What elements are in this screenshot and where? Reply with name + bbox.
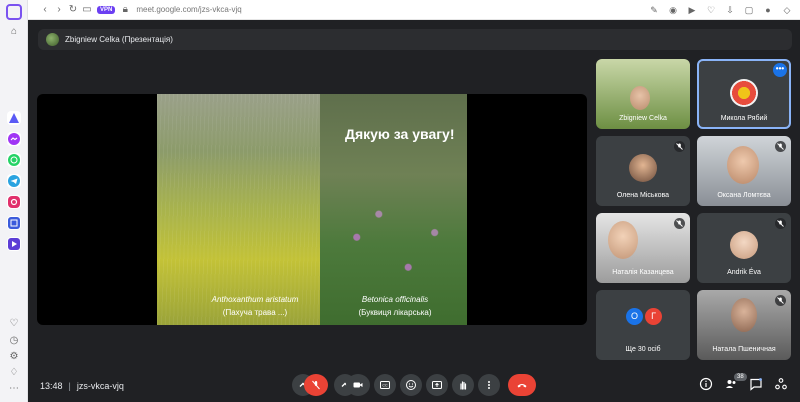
participant-video [630, 86, 650, 110]
presenter-chip: Zbigniew Celka (Презентація) [38, 29, 792, 50]
mic-muted-icon [674, 141, 685, 152]
mic-muted-icon [775, 295, 786, 306]
presenter-avatar [46, 33, 59, 46]
home-icon[interactable]: ⌂ [8, 26, 20, 38]
heart-icon[interactable]: ♡ [8, 318, 20, 330]
browser-toolbar: ‹ › ↻ ▭ VPN 🔒︎ meet.google.com/jzs-vkca-… [28, 0, 800, 20]
meeting-code: jzs-vkca-vjq [76, 381, 124, 391]
edit-icon[interactable]: ✎ [649, 5, 659, 15]
caption-right-local: (Буквиця лікарська) [358, 308, 432, 317]
participant-avatar [730, 79, 758, 107]
participant-name: Оксана Ломтєва [717, 192, 771, 199]
more-options-icon[interactable]: ••• [773, 63, 787, 77]
more-icon[interactable]: ⋯ [8, 383, 20, 395]
participant-tile[interactable]: Zbigniew Celka [596, 59, 690, 129]
caption-right: Betonica officinalis (Буквиця лікарська) [335, 293, 455, 319]
telegram-icon[interactable] [7, 174, 21, 188]
toolbar-icons: ✎ ◉ ▶ ♡ ⇩ ▢ ● ◇ [649, 5, 800, 15]
caption-right-latin: Betonica officinalis [361, 295, 429, 304]
lock-icon: 🔒︎ [122, 4, 128, 15]
leave-call-button[interactable] [508, 374, 536, 396]
slide-photo-grass [157, 94, 320, 325]
mic-muted-icon [775, 218, 786, 229]
address-bar[interactable]: meet.google.com/jzs-vkca-vjq [136, 5, 241, 14]
participant-tile-active[interactable]: ••• Микола Рябий [697, 59, 791, 129]
screenshot-icon[interactable]: ◉ [668, 5, 678, 15]
meeting-controls: 13:48 | jzs-vkca-vjq CC 38 [28, 370, 800, 402]
participant-avatar: О [626, 308, 643, 325]
participant-video [608, 221, 638, 259]
meeting-time: 13:48 [40, 381, 63, 391]
mic-muted-icon [674, 218, 685, 229]
settings-icon[interactable]: ⚙ [8, 351, 20, 363]
people-icon[interactable]: 38 [723, 373, 747, 392]
caption-left-local: (Пахуча трава ...) [222, 308, 288, 317]
mic-toggle-button[interactable] [304, 374, 328, 396]
present-now-button[interactable] [426, 374, 448, 396]
whatsapp-icon[interactable] [7, 153, 21, 167]
player-icon[interactable] [7, 237, 21, 251]
reactions-button[interactable] [400, 374, 422, 396]
camera-toggle-button[interactable] [346, 374, 370, 396]
cube-icon[interactable]: ◇ [782, 5, 792, 15]
meeting-info-icon[interactable] [698, 376, 714, 392]
participant-video [727, 146, 759, 184]
participant-video [731, 298, 757, 332]
video-icon[interactable]: ▶ [687, 5, 697, 15]
mic-muted-icon [775, 141, 786, 152]
pin-icon[interactable]: ♢ [8, 367, 20, 379]
browser-logo-icon[interactable] [6, 4, 22, 20]
browser-sidebar: ⌂ ♡ ◷ ⚙ ♢ ⋯ [0, 0, 28, 402]
participant-tile[interactable]: Andrik Éva [697, 213, 791, 283]
participant-tile[interactable]: Олена Міськова [596, 136, 690, 206]
more-participants-label: Ще 30 осіб [625, 346, 661, 353]
profile-icon[interactable]: ● [763, 5, 773, 15]
participant-name: Натала Пшеничная [712, 346, 776, 353]
more-participants-tile[interactable]: О Г Ще 30 осіб [596, 290, 690, 360]
forward-icon[interactable]: › [52, 4, 66, 15]
participant-name: Andrik Éva [727, 269, 761, 276]
aria-icon[interactable] [7, 111, 21, 125]
back-icon[interactable]: ‹ [38, 4, 52, 15]
reload-icon[interactable]: ↻ [66, 4, 80, 15]
participant-tile[interactable]: Наталія Казанцева [596, 213, 690, 283]
app-window: ⌂ ♡ ◷ ⚙ ♢ ⋯ ‹ › ↻ ▭ VPN 🔒︎ meet.google.c… [0, 0, 800, 402]
caption-left-latin: Anthoxanthum aristatum [211, 295, 299, 304]
bookmark-icon[interactable]: ♡ [706, 5, 716, 15]
more-options-button[interactable] [478, 374, 500, 396]
vpn-badge[interactable]: VPN [97, 5, 116, 14]
presentation-view[interactable]: Дякую за увагу! Anthoxanthum aristatum (… [37, 94, 587, 325]
participant-tile[interactable]: Натала Пшеничная [697, 290, 791, 360]
slide-title: Дякую за увагу! [345, 126, 455, 142]
chat-icon[interactable] [748, 376, 764, 392]
meeting-stage: Zbigniew Celka (Презентація) Дякую за ув… [28, 20, 800, 402]
participant-tile[interactable]: Оксана Ломтєва [697, 136, 791, 206]
raise-hand-button[interactable] [452, 374, 474, 396]
participant-avatar [730, 231, 758, 259]
instagram-icon[interactable] [7, 195, 21, 209]
activities-icon[interactable] [773, 376, 789, 392]
downloads-icon[interactable]: ⇩ [725, 5, 735, 15]
participant-avatar [629, 154, 657, 182]
participant-name: Олена Міськова [616, 192, 670, 199]
participant-avatar: Г [645, 308, 662, 325]
history-icon[interactable]: ◷ [8, 335, 20, 347]
participant-name: Наталія Казанцева [612, 269, 674, 276]
camera-icon[interactable]: ▭ [80, 4, 94, 15]
caption-left: Anthoxanthum aristatum (Пахуча трава ...… [195, 293, 315, 319]
participants-count-badge: 38 [734, 373, 747, 381]
messenger-icon[interactable] [7, 132, 21, 146]
separator: | [68, 381, 71, 391]
extensions-icon[interactable]: ▢ [744, 5, 754, 15]
presenter-label: Zbigniew Celka (Презентація) [65, 35, 173, 44]
participant-name: Zbigniew Celka [619, 115, 667, 122]
participant-name: Микола Рябий [720, 115, 768, 122]
captions-button[interactable]: CC [374, 374, 396, 396]
presentation-slide: Дякую за увагу! Anthoxanthum aristatum (… [157, 94, 467, 325]
svg-text:CC: CC [382, 384, 388, 388]
app-icon-blue[interactable] [7, 216, 21, 230]
